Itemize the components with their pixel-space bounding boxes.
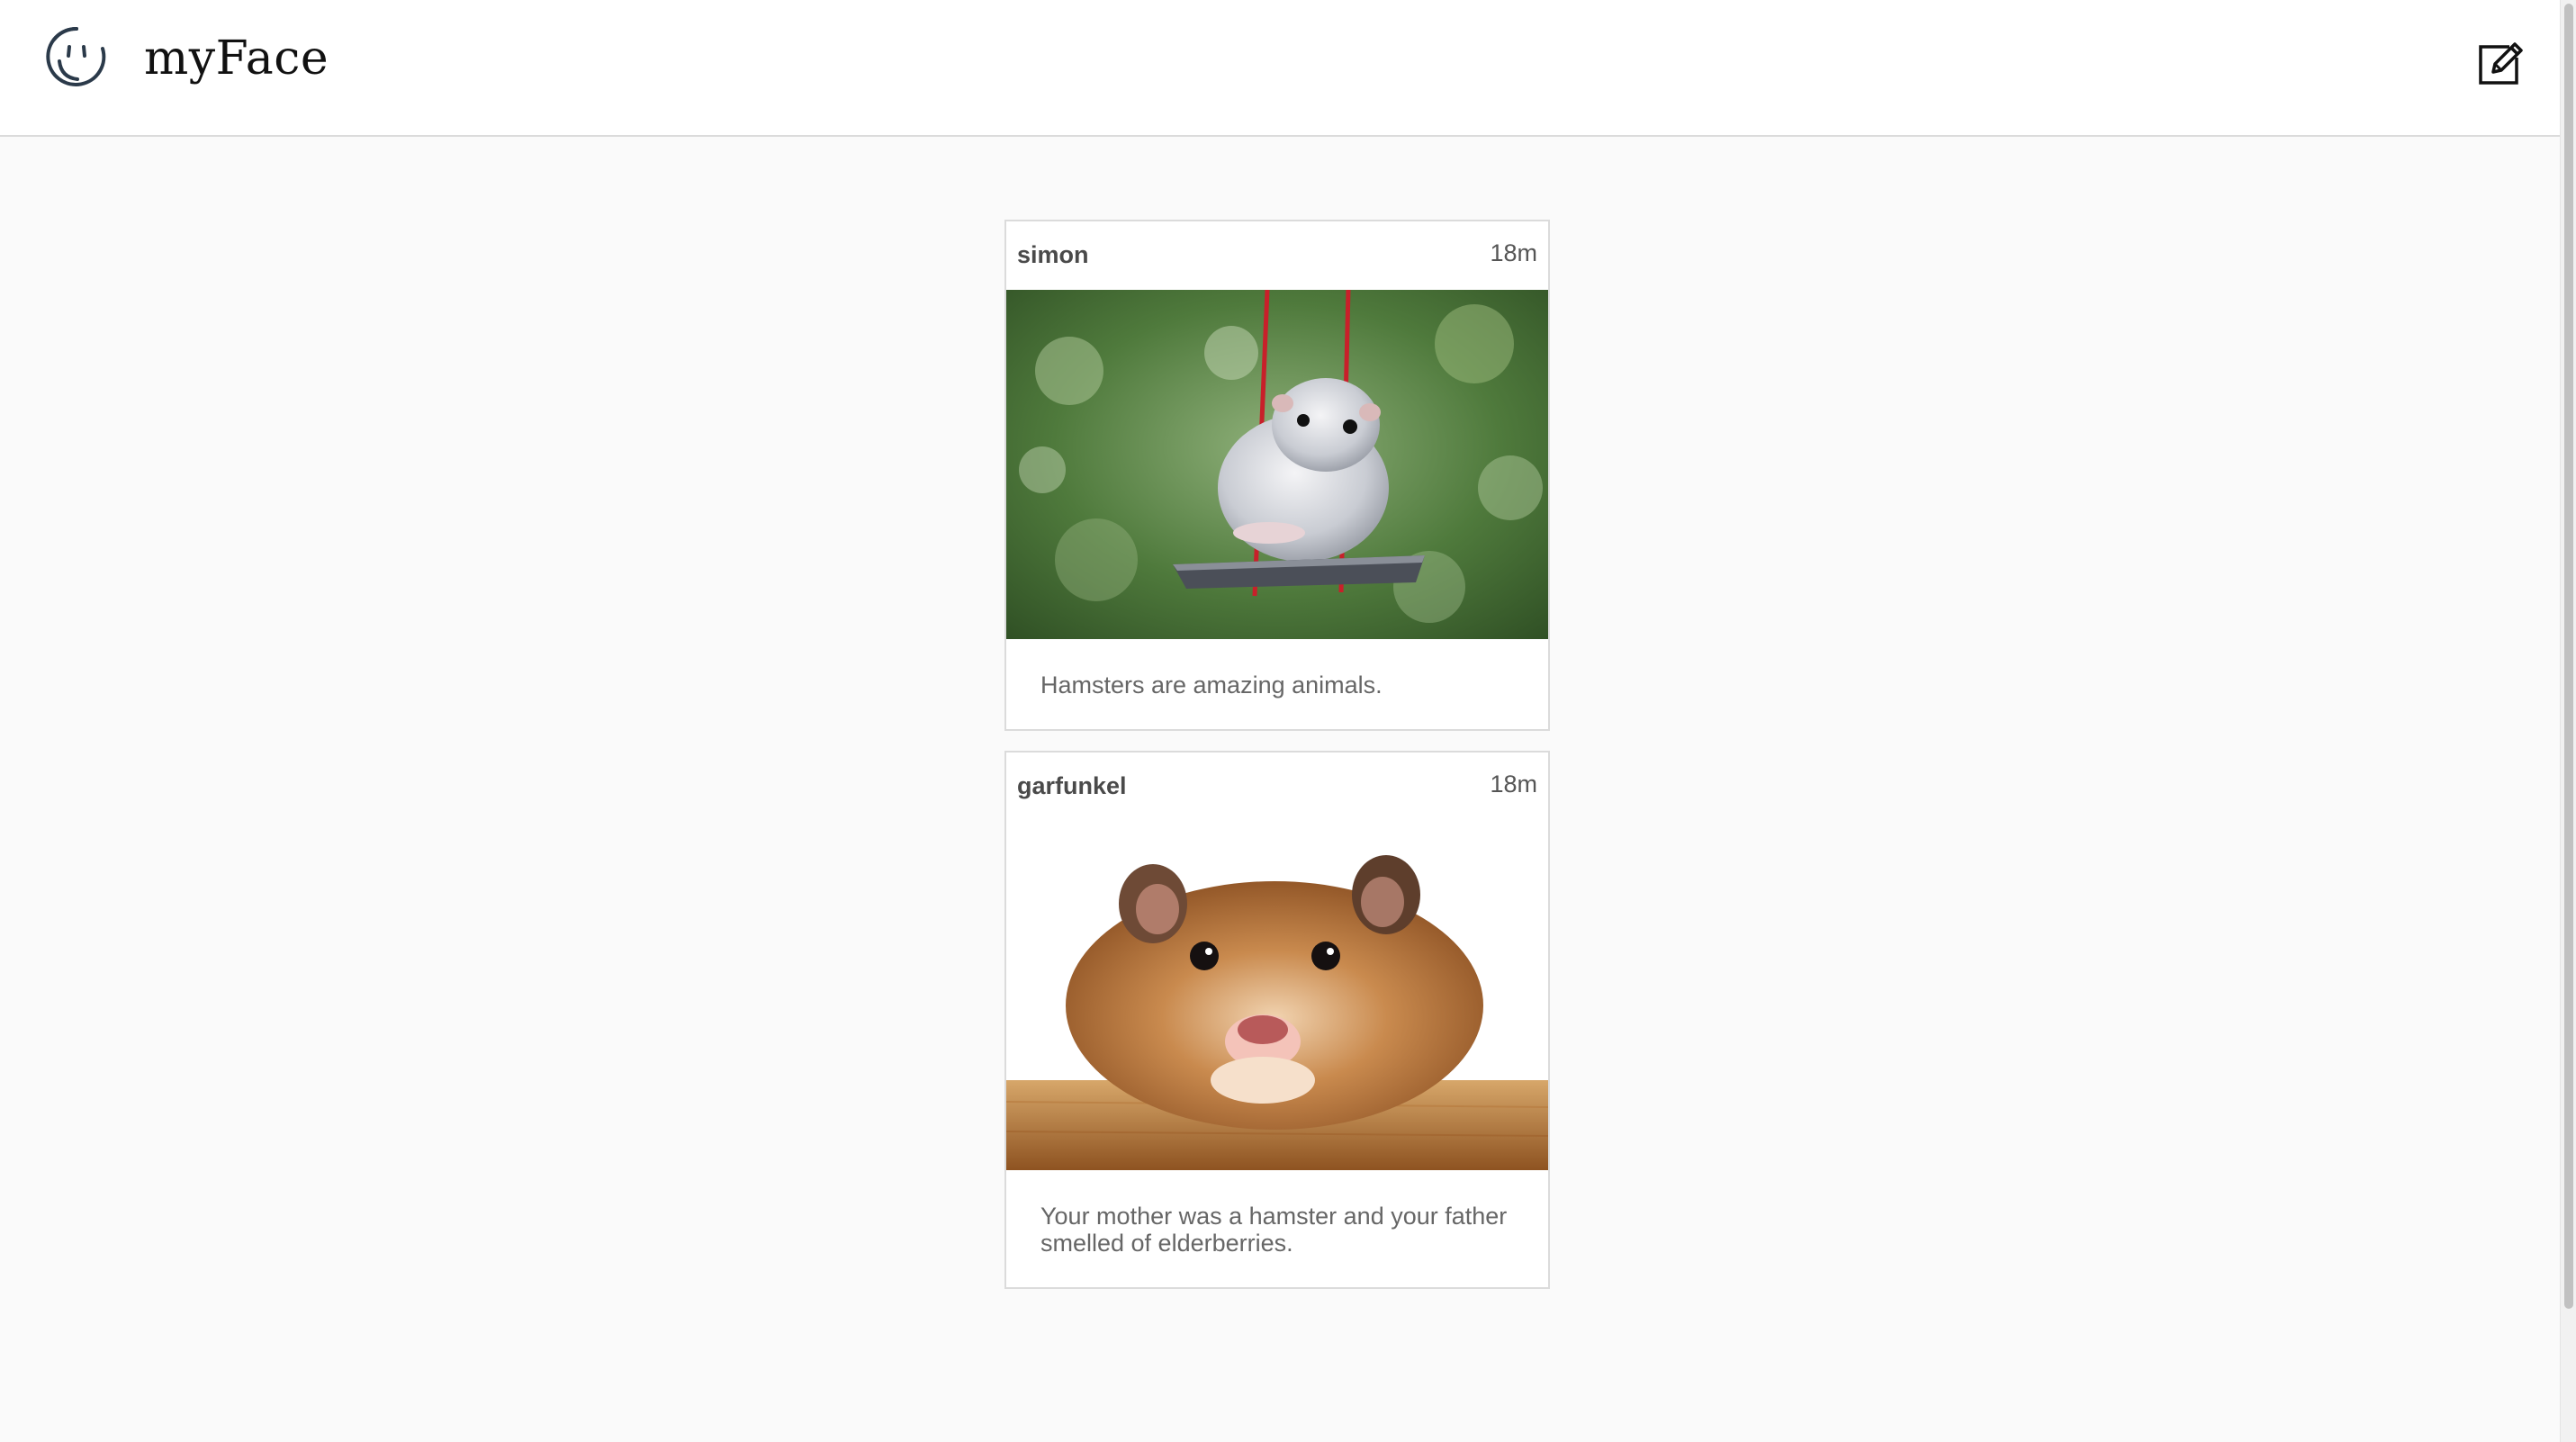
post-header: garfunkel 18m [1006, 753, 1548, 821]
top-navbar: myFace [0, 0, 2560, 137]
post-card: garfunkel 18m Your mother was a hamster … [1004, 751, 1550, 1289]
post-header: simon 18m [1006, 221, 1548, 290]
post-card: simon 18m Hamsters are amazing animals. [1004, 220, 1550, 731]
post-image-hamster-swing[interactable] [1006, 290, 1548, 639]
scrollbar-thumb[interactable] [2564, 4, 2573, 1309]
post-image-hamster-closeup[interactable] [1006, 821, 1548, 1170]
post-timestamp: 18m [1490, 239, 1537, 266]
app-title[interactable]: myFace [144, 25, 329, 92]
post-author[interactable]: simon [1017, 241, 1089, 269]
compose-edit-icon[interactable] [2475, 40, 2526, 86]
post-caption: Your mother was a hamster and your fathe… [1040, 1203, 1508, 1257]
vertical-scrollbar[interactable] [2560, 0, 2576, 1442]
post-author[interactable]: garfunkel [1017, 772, 1127, 800]
post-caption: Hamsters are amazing animals. [1040, 671, 1383, 698]
smiley-face-icon[interactable] [43, 23, 110, 92]
post-feed: simon 18m Hamsters are amazing animals. … [1004, 220, 1550, 1309]
post-timestamp: 18m [1490, 771, 1537, 798]
